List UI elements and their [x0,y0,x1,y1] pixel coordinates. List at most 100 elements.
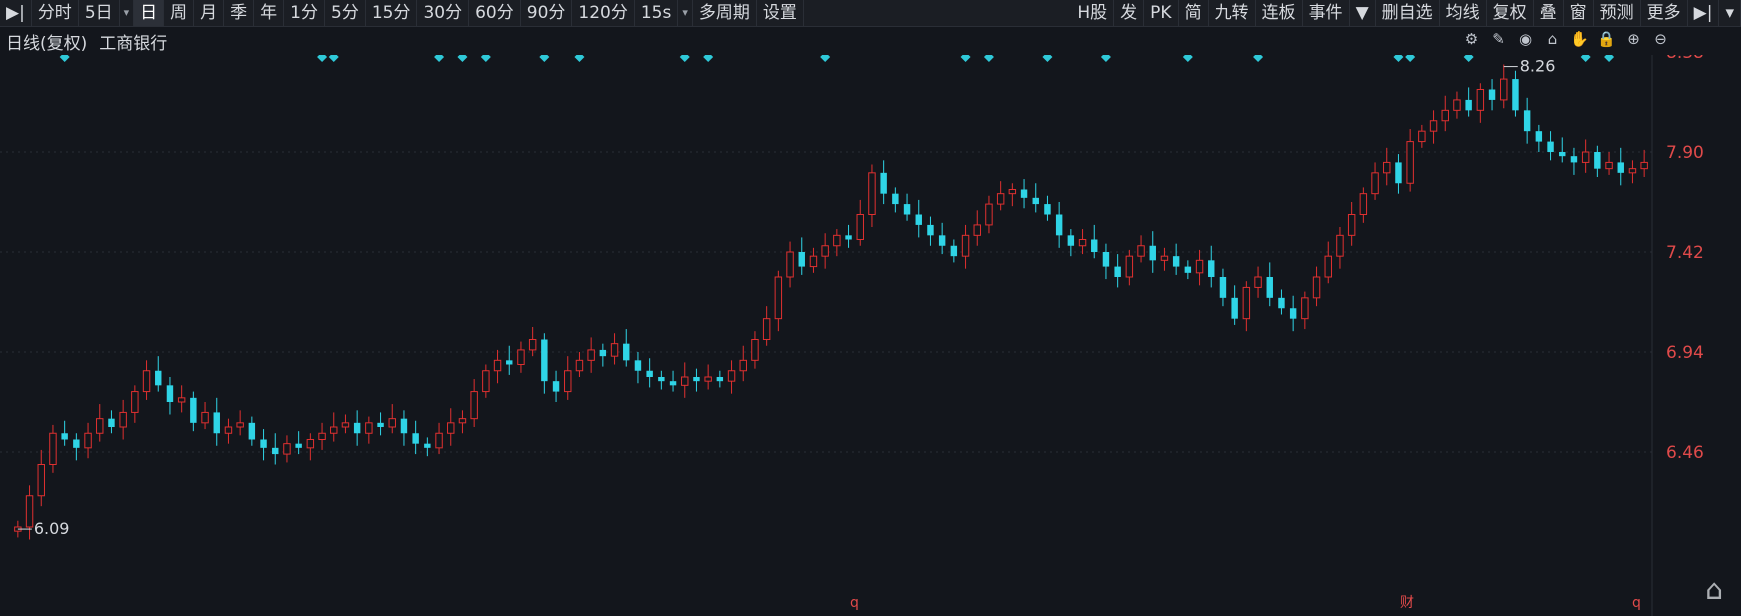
left-tab-1[interactable]: 分时 [32,0,79,26]
candle-body [1605,161,1613,170]
right-tab-12[interactable]: 窗 [1564,0,1594,26]
candle-body [1570,156,1578,163]
candle-body [388,418,396,428]
candle [1418,124,1426,148]
right-tab-1[interactable]: 发 [1114,0,1145,26]
left-tab-16[interactable]: 15s [635,0,679,26]
signal-marker [1604,55,1615,62]
period-title: 日线(复权) [6,33,88,54]
left-tab-3[interactable]: ▾ [120,0,135,26]
left-tab-18[interactable]: 多周期 [693,0,757,26]
left-tab-2[interactable]: 5日 [79,0,120,26]
watermark-logo: ⌂ [1705,573,1723,606]
candle [786,241,794,288]
candle [1347,202,1356,246]
left-tab-15[interactable]: 120分 [572,0,635,26]
candle [821,233,829,269]
candle [1149,231,1156,273]
right-tab-3[interactable]: 简 [1179,0,1209,26]
candle-body [996,193,1005,205]
event-marker[interactable]: 财 [1400,595,1414,611]
candle [927,216,934,246]
left-tab-4[interactable]: 日 [134,0,165,26]
candle [1219,268,1227,307]
candle [1078,229,1087,255]
candle-body [108,418,115,427]
left-tab-10[interactable]: 5分 [325,0,366,26]
left-tab-0[interactable]: ▶| [0,0,32,26]
candle [856,199,864,246]
candle-body [1020,189,1028,198]
right-tab-5[interactable]: 连板 [1256,0,1303,26]
left-tab-13[interactable]: 60分 [469,0,521,26]
candle-body [447,422,455,434]
right-tab-0[interactable]: H股 [1071,0,1115,26]
low-price-label: 6.09 [34,519,70,538]
right-tab-4[interactable]: 九转 [1209,0,1256,26]
candle-body [1383,161,1391,174]
left-tab-8[interactable]: 年 [254,0,285,26]
right-tab-11[interactable]: 叠 [1534,0,1564,26]
candle [727,360,736,394]
left-tab-17[interactable]: ▾ [678,0,693,26]
candle [880,160,887,205]
candle-body [1231,297,1238,319]
left-tab-6[interactable]: 月 [194,0,225,26]
candle [903,193,911,221]
hand-icon[interactable]: ✋ [1569,29,1590,50]
signal-marker [1100,55,1111,62]
right-tab-16[interactable]: ▾ [1719,0,1741,26]
pen-icon[interactable]: ✎ [1488,29,1509,50]
candle [1476,83,1485,123]
zoom-out-icon[interactable]: ⊖ [1650,29,1671,50]
right-tab-6[interactable]: 事件 [1303,0,1350,26]
zoom-in-icon[interactable]: ⊕ [1623,29,1644,50]
right-tab-7[interactable]: ▼ [1350,0,1376,26]
candle-body [1032,197,1039,205]
candle-body [985,203,993,226]
right-tab-13[interactable]: 预测 [1594,0,1641,26]
candle-body [1301,297,1309,320]
candle [306,433,315,461]
left-tab-12[interactable]: 30分 [417,0,470,26]
candle-body [845,235,852,240]
candle [201,402,209,430]
right-tab-10[interactable]: 复权 [1487,0,1534,26]
candle-body [1266,277,1273,298]
left-tab-5[interactable]: 周 [164,0,195,26]
event-marker[interactable]: q [850,595,859,611]
y-tick-label: 8.38 [1666,55,1704,63]
candle [1301,291,1309,330]
right-tab-14[interactable]: 更多 [1641,0,1688,26]
candle-body [73,439,80,448]
candle-body [587,349,595,361]
left-tab-9[interactable]: 1分 [284,0,325,26]
settings-icon[interactable]: ⚙ [1461,29,1482,50]
left-tab-7[interactable]: 季 [224,0,255,26]
candle [1441,95,1449,132]
candle-body [236,422,244,428]
candle-body [1523,110,1531,132]
candle-body [119,411,127,428]
lock-icon[interactable]: 🔒 [1596,29,1617,50]
candlestick-chart[interactable]: 8.38 7.90 7.42 6.94 6.46 8.26 6.09 q 财 q [0,55,1741,616]
candle [1570,147,1578,175]
left-tab-14[interactable]: 90分 [521,0,573,26]
right-tab-2[interactable]: PK [1144,0,1179,26]
candle-body [599,349,607,357]
left-tab-19[interactable]: 设置 [757,0,804,26]
eye-icon[interactable]: ◉ [1515,29,1536,50]
event-marker[interactable]: q [1632,595,1641,611]
print-icon[interactable]: ⌂ [1542,29,1563,50]
stock-name: 工商银行 [99,33,168,54]
right-tab-9[interactable]: 均线 [1440,0,1487,26]
candle-body [751,339,759,361]
candle [693,368,700,392]
candle [377,412,384,436]
right-tab-15[interactable]: ▶| [1688,0,1720,26]
right-tab-8[interactable]: 删自选 [1376,0,1440,26]
candle-body [1512,79,1519,111]
signal-marker [1393,55,1404,62]
left-tab-11[interactable]: 15分 [366,0,418,26]
candle-body [377,422,384,427]
